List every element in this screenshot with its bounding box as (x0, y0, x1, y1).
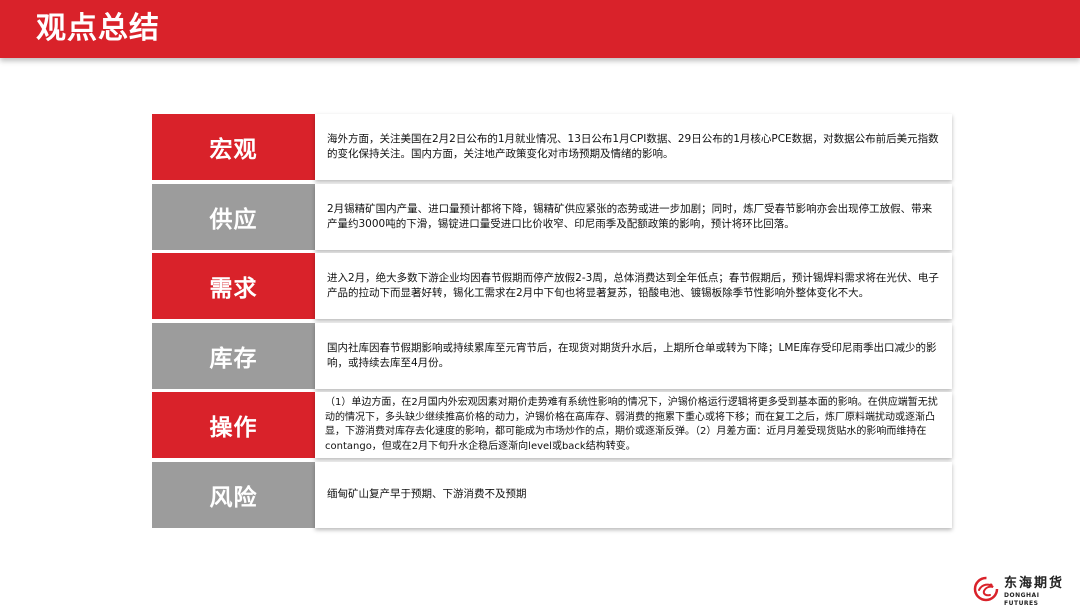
row-content-supply: 2月锡精矿国内产量、进口量预计都将下降，锡精矿供应紧张的态势或进一步加剧；同时，… (315, 183, 952, 250)
row-label-supply: 供应 (152, 183, 315, 250)
table-row: 需求 进入2月，绝大多数下游企业均因春节假期而停产放假2-3周，总体消费达到全年… (152, 253, 952, 319)
row-content-operation: （1）单边方面，在2月国内外宏观因素对期价走势难有系统性影响的情况下，沪锡价格运… (315, 392, 952, 458)
row-label-inventory: 库存 (152, 322, 315, 389)
logo-text-cn: 东海期货 (1004, 576, 1065, 591)
header-bar: 观点总结 (0, 0, 1080, 58)
summary-table: 宏观 海外方面，关注美国在2月2日公布的1月就业情况、13日公布1月CPI数据、… (152, 114, 952, 531)
table-row: 操作 （1）单边方面，在2月国内外宏观因素对期价走势难有系统性影响的情况下，沪锡… (152, 392, 952, 458)
table-row: 风险 缅甸矿山复产早于预期、下游消费不及预期 (152, 461, 952, 528)
row-label-macro: 宏观 (152, 114, 315, 180)
row-label-risk: 风险 (152, 461, 315, 528)
row-content-demand: 进入2月，绝大多数下游企业均因春节假期而停产放假2-3周，总体消费达到全年低点；… (315, 253, 952, 319)
row-label-demand: 需求 (152, 253, 315, 319)
logo-text-en: DONGHAI FUTURES (1004, 592, 1040, 607)
row-label-operation: 操作 (152, 392, 315, 458)
row-content-risk: 缅甸矿山复产早于预期、下游消费不及预期 (315, 461, 952, 528)
page-title: 观点总结 (36, 11, 160, 46)
dragon-logo-icon (973, 576, 999, 602)
table-row: 库存 国内社库因春节假期影响或持续累库至元宵节后，在现货对期货升水后，上期所仓单… (152, 322, 952, 389)
table-row: 宏观 海外方面，关注美国在2月2日公布的1月就业情况、13日公布1月CPI数据、… (152, 114, 952, 180)
row-content-macro: 海外方面，关注美国在2月2日公布的1月就业情况、13日公布1月CPI数据、29日… (315, 114, 952, 180)
row-content-inventory: 国内社库因春节假期影响或持续累库至元宵节后，在现货对期货升水后，上期所仓单或转为… (315, 322, 952, 389)
company-logo: 东海期货 DONGHAI FUTURES (972, 574, 1072, 607)
table-row: 供应 2月锡精矿国内产量、进口量预计都将下降，锡精矿供应紧张的态势或进一步加剧；… (152, 183, 952, 250)
